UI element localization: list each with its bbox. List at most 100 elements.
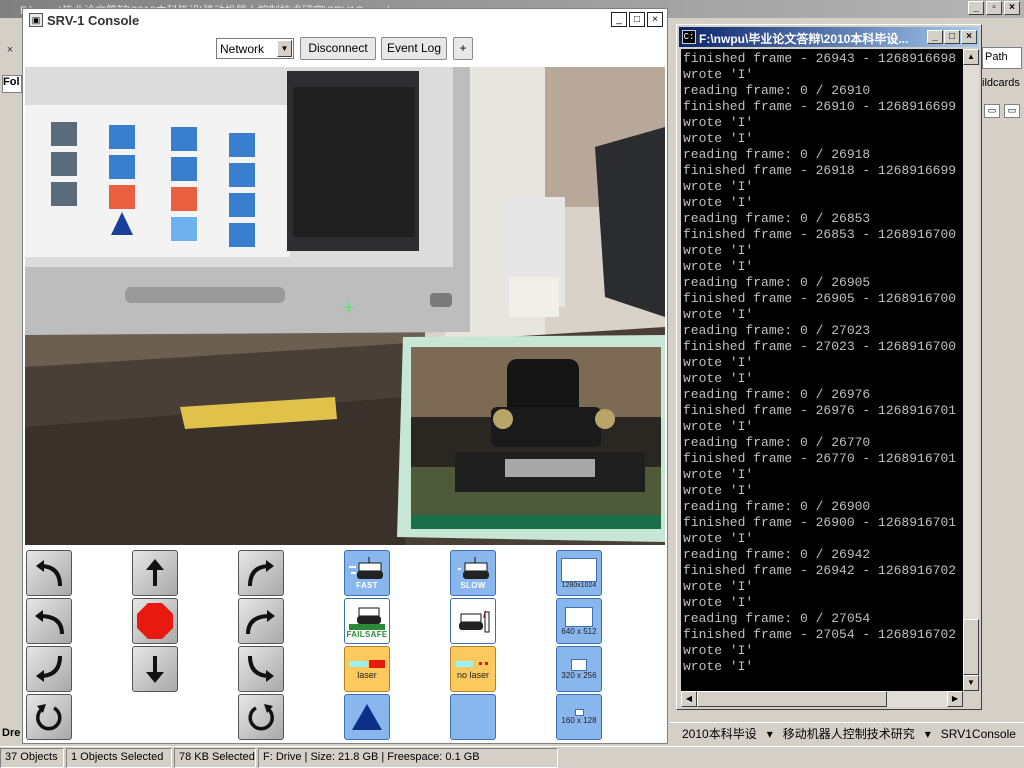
folders-tab[interactable]: Fol (2, 75, 22, 93)
vertical-scrollbar[interactable]: ▲ ▼ (963, 49, 979, 691)
connection-type-value: Network (220, 42, 265, 56)
status-bar: 37 Objects 1 Objects Selected 78 KB Sele… (0, 746, 1024, 768)
status-drive-info: F: Drive | Size: 21.8 GB | Freespace: 0.… (258, 748, 558, 768)
robot-failsafe-icon (349, 607, 385, 630)
scroll-thumb[interactable] (963, 619, 979, 675)
close-icon[interactable]: × (961, 30, 977, 44)
folder-icon[interactable]: ▭ (984, 104, 1000, 118)
horizontal-scrollbar[interactable]: ◀ ▶ (681, 691, 963, 707)
resolution-1280-label: 1280x1024 (561, 581, 597, 589)
minimize-icon[interactable]: _ (927, 30, 943, 44)
turn-right-forward-button[interactable] (238, 550, 284, 596)
scroll-right-icon[interactable]: ▶ (947, 691, 963, 707)
maximize-icon[interactable]: □ (629, 12, 645, 27)
folder-open-icon[interactable]: ▭ (1004, 104, 1020, 118)
laser-off-button[interactable]: no laser (450, 646, 496, 692)
blank-button[interactable] (450, 694, 496, 740)
chevron-down-icon[interactable]: ▾ (925, 727, 931, 741)
console-line: wrote 'I' (683, 579, 754, 594)
panel-close-icon[interactable]: × (2, 44, 18, 60)
breadcrumb-segment[interactable]: 2010本科毕设 (682, 725, 757, 742)
turn-right-back-button[interactable] (238, 646, 284, 692)
srv1-titlebar[interactable]: ▣ SRV-1 Console _ □ × (23, 9, 667, 31)
console-line: reading frame: 0 / 26900 (683, 499, 871, 514)
turn-left-forward-button[interactable] (26, 550, 72, 596)
spin-right-button[interactable] (238, 598, 284, 644)
scroll-down-icon[interactable]: ▼ (963, 675, 979, 691)
console-line: reading frame: 0 / 26853 (683, 211, 871, 226)
console-line: reading frame: 0 / 27023 (683, 323, 871, 338)
scroll-thumb[interactable] (697, 691, 887, 707)
minimize-icon[interactable]: _ (968, 1, 984, 15)
spin-left-button[interactable] (26, 598, 72, 644)
robot-crash-button[interactable] (450, 598, 496, 644)
rotate-ccw-button[interactable] (26, 694, 72, 740)
disconnect-button[interactable]: Disconnect (300, 37, 376, 60)
arrow-down-icon (146, 656, 164, 683)
resolution-frame-icon (565, 606, 593, 627)
app-icon: ▣ (29, 13, 43, 27)
console-line: wrote 'I' (683, 243, 754, 258)
resolution-320-button[interactable]: 320 x 256 (556, 646, 602, 692)
path-breadcrumb: 2010本科毕设▾ 移动机器人控制技术研究▾ SRV1Console▾ (670, 722, 1024, 744)
arrow-up-icon (146, 559, 164, 586)
robot-collision-icon (459, 610, 490, 633)
failsafe-label: FAILSAFE (346, 629, 388, 639)
backward-button[interactable] (132, 646, 178, 692)
fast-label: FAST (356, 580, 378, 590)
robot-fast-icon (349, 556, 383, 579)
dropdown-arrow-icon[interactable]: ▼ (277, 40, 292, 57)
failsafe-button[interactable]: FAILSAFE (344, 598, 390, 644)
console-line: finished frame - 27023 - 1268916700 (683, 339, 957, 354)
curve-up-left-icon (36, 560, 62, 587)
status-selected-count: 1 Objects Selected (66, 748, 172, 768)
minimize-icon[interactable]: _ (611, 12, 627, 27)
stop-icon (137, 603, 173, 639)
scroll-left-icon[interactable]: ◀ (681, 691, 697, 707)
close-icon[interactable]: × (647, 12, 663, 27)
triangle-icon (352, 704, 382, 730)
console-line: reading frame: 0 / 26905 (683, 275, 871, 290)
close-icon[interactable]: × (1004, 1, 1020, 15)
laser-off-icon (455, 661, 488, 667)
console-output[interactable]: finished frame - 26943 - 1268916698 wrote… (681, 49, 963, 691)
maximize-icon[interactable]: □ (944, 30, 960, 44)
console-line: wrote 'I' (683, 531, 754, 546)
console-line: wrote 'I' (683, 419, 754, 434)
connection-type-select[interactable]: Network ▼ (216, 38, 294, 59)
path-dropdown[interactable]: Path (982, 47, 1022, 69)
triangle-button[interactable] (344, 694, 390, 740)
rotate-cw-button[interactable] (238, 694, 284, 740)
event-log-button[interactable]: Event Log (381, 37, 447, 60)
console-line: finished frame - 27054 - 1268916702 (683, 627, 957, 642)
srv1-console-window: ▣ SRV-1 Console _ □ × Network ▼ Disconne… (22, 8, 668, 744)
resolution-640-button[interactable]: 640 x 512 (556, 598, 602, 644)
stop-button[interactable] (132, 598, 178, 644)
forward-button[interactable] (132, 550, 178, 596)
breadcrumb-segment[interactable]: SRV1Console (941, 727, 1016, 741)
status-selected-size: 78 KB Selected (174, 748, 256, 768)
console-line: wrote 'I' (683, 467, 754, 482)
breadcrumb-segment[interactable]: 移动机器人控制技术研究 (783, 725, 915, 742)
fast-speed-button[interactable]: FAST (344, 550, 390, 596)
drives-tab[interactable]: Dre (2, 727, 20, 739)
add-button[interactable]: + (453, 37, 473, 60)
resolution-640-label: 640 x 512 (561, 626, 597, 636)
maximize-icon[interactable]: ▫ (986, 1, 1002, 15)
slow-speed-button[interactable]: SLOW (450, 550, 496, 596)
console-line: wrote 'I' (683, 67, 754, 82)
slow-label: SLOW (460, 580, 486, 590)
turn-left-back-button[interactable] (26, 646, 72, 692)
resolution-160-button[interactable]: 160 x 128 (556, 694, 602, 740)
curve-down-left-icon (36, 655, 62, 682)
laser-on-button[interactable]: laser (344, 646, 390, 692)
scroll-up-icon[interactable]: ▲ (963, 49, 979, 65)
console-window: C: F:\nwpu\毕业论文答辩\2010本科毕设... _ □ × fini… (676, 24, 982, 710)
camera-feed[interactable]: + (25, 67, 665, 545)
console-titlebar[interactable]: C: F:\nwpu\毕业论文答辩\2010本科毕设... _ □ × (679, 27, 979, 47)
console-line: finished frame - 26770 - 1268916701 (683, 451, 957, 466)
resolution-1280-button[interactable]: 1280x1024 (556, 550, 602, 596)
chevron-down-icon[interactable]: ▾ (767, 727, 773, 741)
console-line: reading frame: 0 / 26770 (683, 435, 871, 450)
curve-down-right-icon (248, 655, 274, 682)
